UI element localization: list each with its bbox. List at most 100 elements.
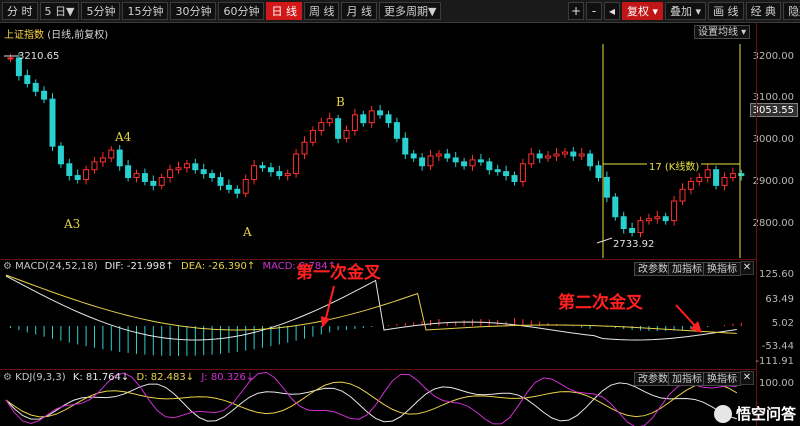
candle-body: [444, 153, 451, 159]
close-icon[interactable]: ✕: [740, 261, 754, 275]
macd-y-label: -53.44: [761, 341, 794, 352]
arrow-1-line: [324, 285, 335, 323]
candle-body: [687, 180, 694, 190]
candle-body: [645, 218, 652, 222]
candle-body: [528, 153, 535, 165]
candle-body: [91, 161, 98, 171]
kline-count-label: 17 (K线数): [647, 158, 702, 173]
candle-body: [360, 114, 367, 124]
candle-body: [587, 153, 594, 167]
candle-body: [116, 149, 123, 167]
candle-body: [486, 161, 493, 171]
up-arrow-icon: ↑: [246, 261, 256, 272]
candle-body: [477, 159, 484, 163]
candle-body: [284, 173, 291, 177]
macd-y-label: 63.49: [765, 294, 794, 305]
candle-body: [629, 227, 636, 233]
candle-body: [729, 173, 736, 179]
candle-body: [402, 137, 409, 155]
candle-body: [326, 118, 333, 124]
down-arrow-icon: ↓: [245, 372, 255, 383]
candle-body: [32, 82, 39, 92]
gear-icon[interactable]: ⚙: [3, 261, 12, 272]
candle-body: [99, 157, 106, 163]
candle-body: [57, 145, 64, 165]
candle-body: [309, 129, 316, 143]
down-arrow-icon: ↓: [120, 372, 130, 383]
candle-body: [603, 177, 610, 198]
candlestick-series: [7, 52, 745, 238]
dea-value: DEA: -26.390: [181, 261, 247, 272]
candle-body: [192, 163, 199, 171]
macd-edit-params-button[interactable]: 改参数: [634, 262, 672, 276]
candle-body: [637, 220, 644, 233]
candle-body: [654, 216, 661, 220]
kdj-y-label: 100.00: [759, 378, 794, 389]
candle-body: [108, 149, 115, 159]
candle-body: [7, 57, 14, 60]
candle-body: [133, 173, 140, 179]
candle-body: [595, 165, 602, 179]
candle-body: [503, 171, 510, 177]
kdj-edit-params-button[interactable]: 改参数: [634, 372, 672, 386]
candle-body: [461, 161, 468, 167]
candle-body: [200, 169, 207, 175]
candle-body: [74, 175, 81, 180]
candle-body: [234, 188, 241, 194]
candle-body: [209, 173, 216, 179]
mark-b: B: [336, 95, 345, 109]
macd-y-label: 5.02: [771, 318, 794, 329]
candle-body: [183, 163, 190, 169]
candle-body: [545, 155, 552, 159]
candle-body: [66, 163, 73, 177]
candle-body: [713, 169, 720, 186]
macd-y-label: -111.91: [755, 356, 794, 367]
candle-body: [385, 114, 392, 124]
watermark-text: 悟空问答: [735, 405, 796, 423]
candle-body: [410, 153, 417, 159]
close-icon[interactable]: ✕: [740, 371, 754, 385]
down-arrow-icon: ↓: [185, 372, 195, 383]
macd-add-indicator-button[interactable]: 加指标: [668, 262, 706, 276]
candle-body: [41, 90, 48, 100]
candle-body: [721, 177, 728, 186]
candle-body: [696, 177, 703, 182]
kdj-add-indicator-button[interactable]: 加指标: [668, 372, 706, 386]
candle-body: [553, 153, 560, 157]
candle-body: [251, 165, 258, 180]
d-value: D: 82.483: [136, 372, 186, 383]
kline-chart[interactable]: [0, 0, 800, 426]
arrow-1-head: [321, 316, 330, 328]
candle-body: [570, 151, 577, 157]
macd-switch-indicator-button[interactable]: 换指标: [703, 262, 741, 276]
panel-divider: [0, 369, 756, 370]
candle-body: [150, 180, 157, 186]
candle-body: [141, 173, 148, 182]
candle-body: [318, 122, 325, 131]
candle-body: [469, 159, 476, 167]
candle-body: [293, 153, 300, 175]
kdj-title: ⚙ KDJ(9,3,3) K: 81.764↓ D: 82.483↓ J: 80…: [3, 372, 254, 383]
candle-body: [83, 169, 90, 180]
candle-body: [578, 153, 585, 157]
candle-body: [679, 188, 686, 202]
mark-a: A: [243, 225, 252, 239]
candle-body: [419, 157, 426, 167]
j-value: J: 80.326: [201, 372, 246, 383]
candle-body: [393, 122, 400, 139]
kdj-switch-indicator-button[interactable]: 换指标: [703, 372, 741, 386]
candle-body: [435, 153, 442, 157]
candle-body: [158, 177, 165, 186]
macd-name: MACD(24,52,18): [15, 261, 98, 272]
candle-body: [225, 184, 232, 190]
wukong-logo-icon: [713, 404, 732, 423]
macd-y-label: 125.60: [759, 269, 794, 280]
gear-icon[interactable]: ⚙: [3, 372, 12, 383]
candle-body: [343, 129, 350, 139]
candle-body: [242, 178, 249, 194]
low-price-label: 2733.92: [613, 239, 655, 250]
k-line: [5, 382, 737, 423]
candle-body: [704, 169, 711, 179]
mark-a3: A3: [64, 217, 81, 231]
low-pointer: [596, 237, 613, 244]
